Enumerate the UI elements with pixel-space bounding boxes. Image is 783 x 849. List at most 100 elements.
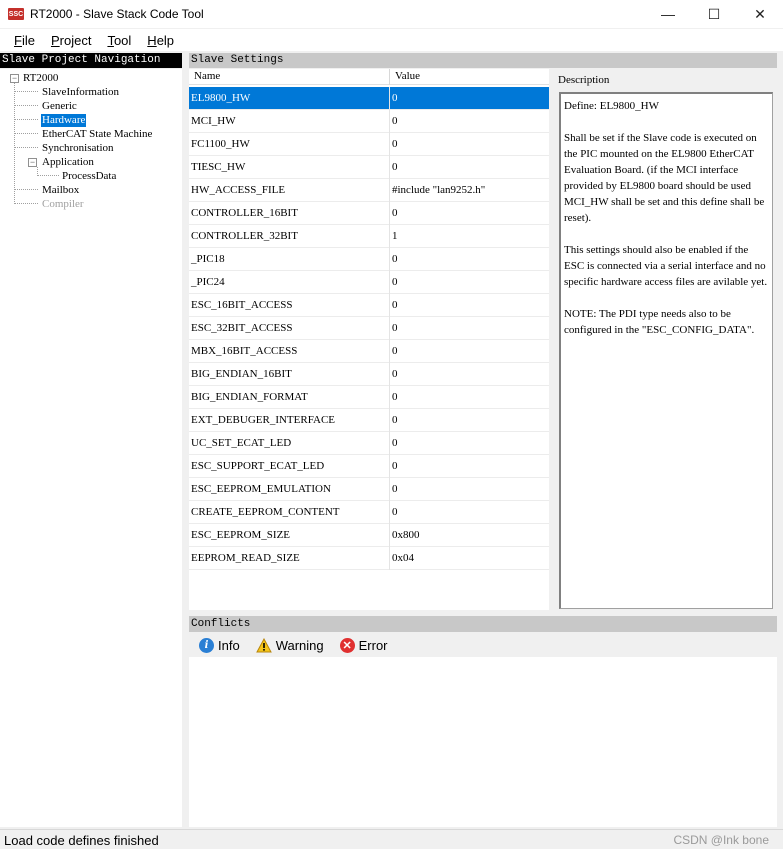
setting-name: FC1100_HW	[191, 138, 250, 150]
setting-name: EL9800_HW	[191, 92, 251, 104]
settings-row[interactable]: HW_ACCESS_FILE #include "lan9252.h"	[189, 179, 549, 202]
setting-name: UC_SET_ECAT_LED	[191, 437, 292, 449]
settings-row[interactable]: EXT_DEBUGER_INTERFACE 0	[189, 409, 549, 432]
tree-node-compiler: Compiler	[42, 198, 84, 210]
setting-value[interactable]: 0	[392, 299, 398, 311]
column-header-value[interactable]: Value	[395, 70, 420, 82]
tree-node-generic[interactable]: Generic	[42, 100, 77, 113]
minimize-button[interactable]: —	[645, 0, 691, 28]
settings-row[interactable]: ESC_EEPROM_EMULATION 0	[189, 478, 549, 501]
setting-value[interactable]: 0	[392, 253, 398, 265]
slave-settings-header: Slave Settings	[189, 53, 777, 68]
settings-row[interactable]: CONTROLLER_16BIT 0	[189, 202, 549, 225]
settings-row[interactable]: EEPROM_READ_SIZE 0x04	[189, 547, 549, 570]
conflicts-header: Conflicts	[189, 616, 777, 632]
project-navigation-tree: − RT2000 SlaveInformation Generic Hardwa…	[0, 69, 182, 827]
setting-value[interactable]: 0	[392, 460, 398, 472]
status-text: Load code defines finished	[4, 833, 159, 848]
close-button[interactable]: ✕	[737, 0, 783, 28]
settings-row[interactable]: _PIC24 0	[189, 271, 549, 294]
setting-value[interactable]: 0	[392, 368, 398, 380]
tree-node-hardware[interactable]: Hardware	[41, 114, 87, 127]
collapse-application-icon[interactable]: −	[28, 158, 37, 167]
setting-value[interactable]: 0x04	[392, 552, 414, 564]
tree-node-ethercat-state-machine[interactable]: EtherCAT State Machine	[42, 128, 152, 141]
menu-project[interactable]: Project	[43, 33, 99, 48]
settings-row[interactable]: MBX_16BIT_ACCESS 0	[189, 340, 549, 363]
setting-name: _PIC18	[191, 253, 225, 265]
setting-value[interactable]: 1	[392, 230, 398, 242]
setting-name: MBX_16BIT_ACCESS	[191, 345, 298, 357]
warning-filter-button[interactable]: Warning	[255, 637, 324, 653]
settings-row[interactable]: _PIC18 0	[189, 248, 549, 271]
tree-node-synchronisation[interactable]: Synchronisation	[42, 142, 114, 155]
settings-row[interactable]: UC_SET_ECAT_LED 0	[189, 432, 549, 455]
setting-value[interactable]: 0	[392, 483, 398, 495]
setting-value[interactable]: 0	[392, 322, 398, 334]
warning-label: Warning	[275, 637, 324, 653]
title-bar: SSC RT2000 - Slave Stack Code Tool — ☐ ✕	[0, 0, 783, 28]
setting-value[interactable]: 0	[392, 207, 398, 219]
setting-name: CONTROLLER_32BIT	[191, 230, 298, 242]
setting-name: BIG_ENDIAN_16BIT	[191, 368, 292, 380]
setting-name: MCI_HW	[191, 115, 236, 127]
settings-grid: Name Value EL9800_HW 0 MCI_HW 0 FC1100_HW 0 TI…	[189, 69, 549, 610]
tree-node-rt2000[interactable]: RT2000	[23, 72, 58, 85]
maximize-button[interactable]: ☐	[691, 0, 737, 28]
setting-value[interactable]: 0	[392, 437, 398, 449]
tree-node-application[interactable]: Application	[42, 156, 94, 169]
setting-name: HW_ACCESS_FILE	[191, 184, 286, 196]
collapse-rt2000-icon[interactable]: −	[10, 74, 19, 83]
setting-value[interactable]: 0	[392, 506, 398, 518]
description-text: Define: EL9800_HW Shall be set if the Sl…	[559, 92, 773, 609]
settings-row[interactable]: FC1100_HW 0	[189, 133, 549, 156]
settings-row[interactable]: BIG_ENDIAN_16BIT 0	[189, 363, 549, 386]
setting-name: CREATE_EEPROM_CONTENT	[191, 506, 340, 518]
settings-row[interactable]: ESC_16BIT_ACCESS 0	[189, 294, 549, 317]
settings-row[interactable]: ESC_EEPROM_SIZE 0x800	[189, 524, 549, 547]
settings-row[interactable]: ESC_32BIT_ACCESS 0	[189, 317, 549, 340]
setting-name: TIESC_HW	[191, 161, 246, 173]
setting-value[interactable]: 0	[392, 391, 398, 403]
conflicts-list[interactable]	[189, 657, 777, 827]
setting-value[interactable]: 0	[392, 115, 398, 127]
info-filter-button[interactable]: i Info	[199, 637, 240, 653]
setting-name: ESC_SUPPORT_ECAT_LED	[191, 460, 325, 472]
tree-node-mailbox[interactable]: Mailbox	[42, 184, 79, 197]
menu-bar: File Project Tool Help	[0, 29, 783, 51]
setting-name: ESC_16BIT_ACCESS	[191, 299, 293, 311]
tree-node-slave-information[interactable]: SlaveInformation	[42, 86, 119, 99]
settings-row[interactable]: CONTROLLER_32BIT 1	[189, 225, 549, 248]
setting-value[interactable]: #include "lan9252.h"	[392, 184, 485, 196]
setting-name: EXT_DEBUGER_INTERFACE	[191, 414, 336, 426]
settings-row[interactable]: TIESC_HW 0	[189, 156, 549, 179]
column-header-name[interactable]: Name	[194, 70, 220, 82]
conflicts-toolbar: i Info Warning ✕ Error	[189, 633, 777, 657]
setting-value[interactable]: 0	[392, 138, 398, 150]
menu-tool[interactable]: Tool	[99, 33, 139, 48]
nav-header: Slave Project Navigation	[0, 53, 182, 68]
settings-row[interactable]: EL9800_HW 0	[189, 87, 549, 110]
settings-row[interactable]: BIG_ENDIAN_FORMAT 0	[189, 386, 549, 409]
app-icon: SSC	[8, 8, 24, 20]
info-label: Info	[218, 637, 240, 653]
setting-name: _PIC24	[191, 276, 225, 288]
menu-help[interactable]: Help	[139, 33, 182, 48]
setting-name: ESC_EEPROM_SIZE	[191, 529, 291, 541]
description-label: Description	[558, 74, 610, 86]
setting-value[interactable]: 0	[392, 414, 398, 426]
grid-header: Name Value	[189, 69, 549, 85]
settings-row[interactable]: ESC_SUPPORT_ECAT_LED 0	[189, 455, 549, 478]
setting-name: EEPROM_READ_SIZE	[191, 552, 300, 564]
status-bar: Load code defines finished CSDN @Ink bon…	[0, 829, 783, 849]
setting-value[interactable]: 0	[392, 276, 398, 288]
setting-value[interactable]: 0	[392, 345, 398, 357]
error-filter-button[interactable]: ✕ Error	[339, 637, 388, 653]
setting-value[interactable]: 0x800	[392, 529, 420, 541]
settings-row[interactable]: MCI_HW 0	[189, 110, 549, 133]
tree-node-process-data[interactable]: ProcessData	[62, 170, 116, 183]
setting-value[interactable]: 0	[392, 161, 398, 173]
menu-file[interactable]: File	[6, 33, 43, 48]
setting-value[interactable]: 0	[392, 92, 398, 104]
settings-row[interactable]: CREATE_EEPROM_CONTENT 0	[189, 501, 549, 524]
